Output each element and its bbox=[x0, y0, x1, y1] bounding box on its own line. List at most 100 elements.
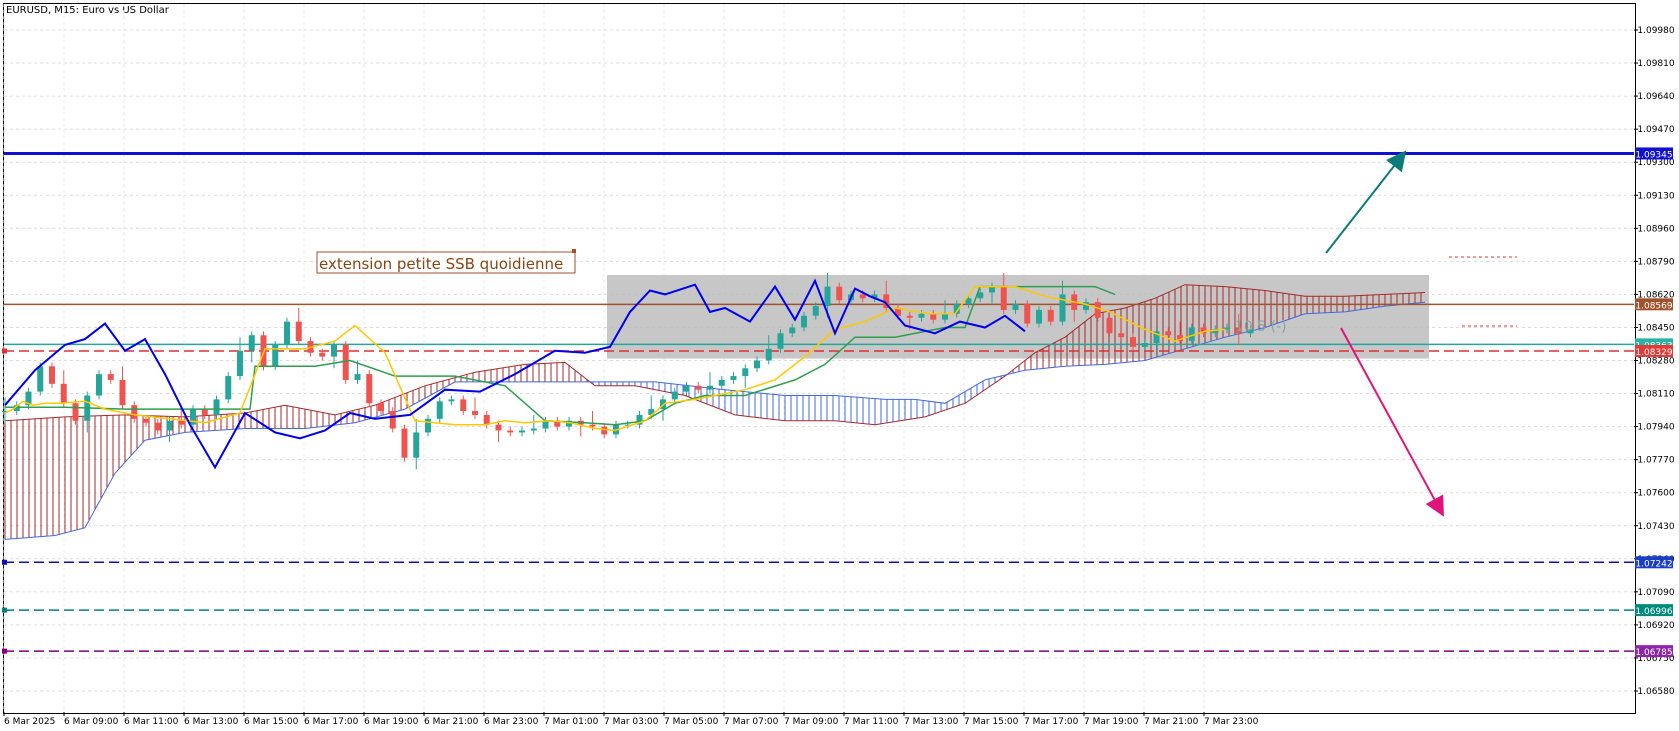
candle-body bbox=[213, 399, 220, 415]
level-anchor bbox=[2, 348, 7, 354]
candle-body bbox=[166, 420, 173, 431]
candle-body bbox=[930, 313, 937, 320]
candle-body bbox=[671, 391, 678, 400]
candle-body bbox=[1165, 331, 1172, 336]
candle-body bbox=[906, 315, 913, 318]
price-tag-label: 1.08569 bbox=[1635, 301, 1672, 311]
x-tick-label: 6 Mar 09:00 bbox=[64, 717, 119, 727]
candle-body bbox=[1012, 304, 1019, 310]
candle-body bbox=[436, 401, 443, 419]
x-tick-label: 6 Mar 21:00 bbox=[424, 717, 479, 727]
y-tick-label: 1.07940 bbox=[1637, 423, 1674, 433]
candle-body bbox=[777, 333, 784, 349]
candle-body bbox=[354, 374, 361, 380]
annotation-box: extension petite SSB quoidienne bbox=[316, 249, 576, 274]
y-tick-label: 1.08110 bbox=[1637, 390, 1674, 400]
candle-body bbox=[1094, 302, 1101, 318]
y-axis: 1.099801.098101.096401.094701.093001.091… bbox=[1634, 26, 1675, 697]
level-anchor bbox=[2, 559, 7, 565]
y-tick-label: 1.07600 bbox=[1637, 489, 1674, 499]
candle-body bbox=[201, 409, 208, 415]
candle-body bbox=[60, 383, 67, 404]
y-tick-label: 1.09810 bbox=[1637, 59, 1674, 69]
x-tick-label: 7 Mar 15:00 bbox=[964, 717, 1019, 727]
candle-body bbox=[918, 313, 925, 318]
candle-body bbox=[789, 327, 796, 334]
y-tick-label: 1.09130 bbox=[1637, 191, 1674, 201]
candle-body bbox=[1118, 333, 1125, 338]
price-tag-label: 1.09345 bbox=[1635, 150, 1672, 160]
candle-body bbox=[519, 430, 525, 433]
candle-body bbox=[530, 428, 537, 431]
x-tick-label: 7 Mar 11:00 bbox=[844, 717, 899, 727]
x-tick-label: 6 Mar 23:00 bbox=[484, 717, 539, 727]
candle-body bbox=[495, 424, 502, 431]
candle-body bbox=[1024, 304, 1031, 324]
price-tag-label: 1.06996 bbox=[1635, 607, 1672, 617]
candle-body bbox=[1059, 294, 1066, 322]
candle-body bbox=[378, 403, 384, 412]
x-tick-label: 6 Mar 19:00 bbox=[364, 717, 419, 727]
chart-root: EURUSD, M15: Euro vs US Dollar 10.5 (-) e… bbox=[0, 0, 1679, 731]
level-anchor bbox=[2, 607, 7, 613]
y-tick-label: 1.07090 bbox=[1637, 588, 1674, 598]
x-tick-label: 7 Mar 01:00 bbox=[544, 717, 599, 727]
candle-body bbox=[460, 399, 467, 412]
candle-body bbox=[342, 344, 349, 380]
candle-body bbox=[589, 424, 596, 427]
candle-body bbox=[1106, 317, 1113, 334]
candle-body bbox=[401, 428, 408, 458]
candle-body bbox=[237, 350, 243, 377]
right-marks bbox=[1449, 256, 1517, 327]
candle-body bbox=[72, 403, 79, 421]
candle-body bbox=[225, 376, 232, 400]
candle-body bbox=[718, 379, 725, 386]
candle-body bbox=[472, 411, 478, 415]
candle-body bbox=[96, 374, 102, 396]
candle-body bbox=[389, 411, 396, 429]
x-tick-label: 7 Mar 17:00 bbox=[1024, 717, 1079, 727]
candle-body bbox=[1047, 309, 1054, 322]
candle-body bbox=[1000, 286, 1007, 310]
candle-body bbox=[425, 418, 431, 433]
x-tick-label: 6 Mar 2025 bbox=[4, 717, 55, 727]
y-tick-label: 1.09980 bbox=[1637, 26, 1674, 36]
annotation-text: extension petite SSB quoidienne bbox=[319, 255, 563, 273]
y-tick-label: 1.08790 bbox=[1637, 257, 1674, 267]
x-axis: 6 Mar 2025 6 Mar 09:00 6 Mar 11:00 6 Mar 13… bbox=[3, 712, 1259, 727]
x-tick-label: 7 Mar 03:00 bbox=[604, 717, 659, 727]
x-tick-label: 6 Mar 13:00 bbox=[184, 717, 239, 727]
price-chart[interactable]: 10.5 (-) extension petite SSB quoidienne 1… bbox=[0, 0, 1679, 731]
candle-body bbox=[754, 360, 760, 369]
y-tick-label: 1.06920 bbox=[1637, 621, 1674, 631]
y-tick-label: 1.08280 bbox=[1637, 357, 1674, 367]
y-tick-label: 1.06580 bbox=[1637, 687, 1674, 697]
y-tick-label: 1.07430 bbox=[1637, 522, 1674, 532]
candle-body bbox=[1141, 343, 1148, 347]
x-tick-label: 7 Mar 07:00 bbox=[724, 717, 779, 727]
candle-body bbox=[989, 286, 995, 293]
x-tick-label: 6 Mar 17:00 bbox=[304, 717, 359, 727]
candle-body bbox=[836, 286, 843, 301]
candle-body bbox=[131, 405, 138, 419]
x-tick-label: 7 Mar 13:00 bbox=[904, 717, 959, 727]
candle-body bbox=[742, 368, 749, 377]
price-tag-label: 1.06785 bbox=[1635, 648, 1672, 658]
candle-body bbox=[695, 385, 702, 390]
candle-body bbox=[154, 422, 161, 431]
candle-body bbox=[824, 286, 831, 307]
x-tick-label: 7 Mar 19:00 bbox=[1084, 717, 1139, 727]
price-tag-label: 1.07242 bbox=[1635, 559, 1672, 569]
candle-body bbox=[178, 420, 185, 425]
candle-body bbox=[143, 418, 149, 423]
candle-body bbox=[730, 376, 737, 380]
candle-body bbox=[331, 344, 337, 357]
candle-body bbox=[119, 379, 126, 406]
y-tick-label: 1.08450 bbox=[1637, 323, 1674, 333]
candle-body bbox=[413, 432, 420, 458]
level-anchor bbox=[2, 648, 7, 654]
y-tick-label: 1.09470 bbox=[1637, 125, 1674, 135]
candle-body bbox=[107, 374, 114, 380]
candle-body bbox=[707, 385, 713, 390]
x-tick-label: 7 Mar 09:00 bbox=[784, 717, 839, 727]
